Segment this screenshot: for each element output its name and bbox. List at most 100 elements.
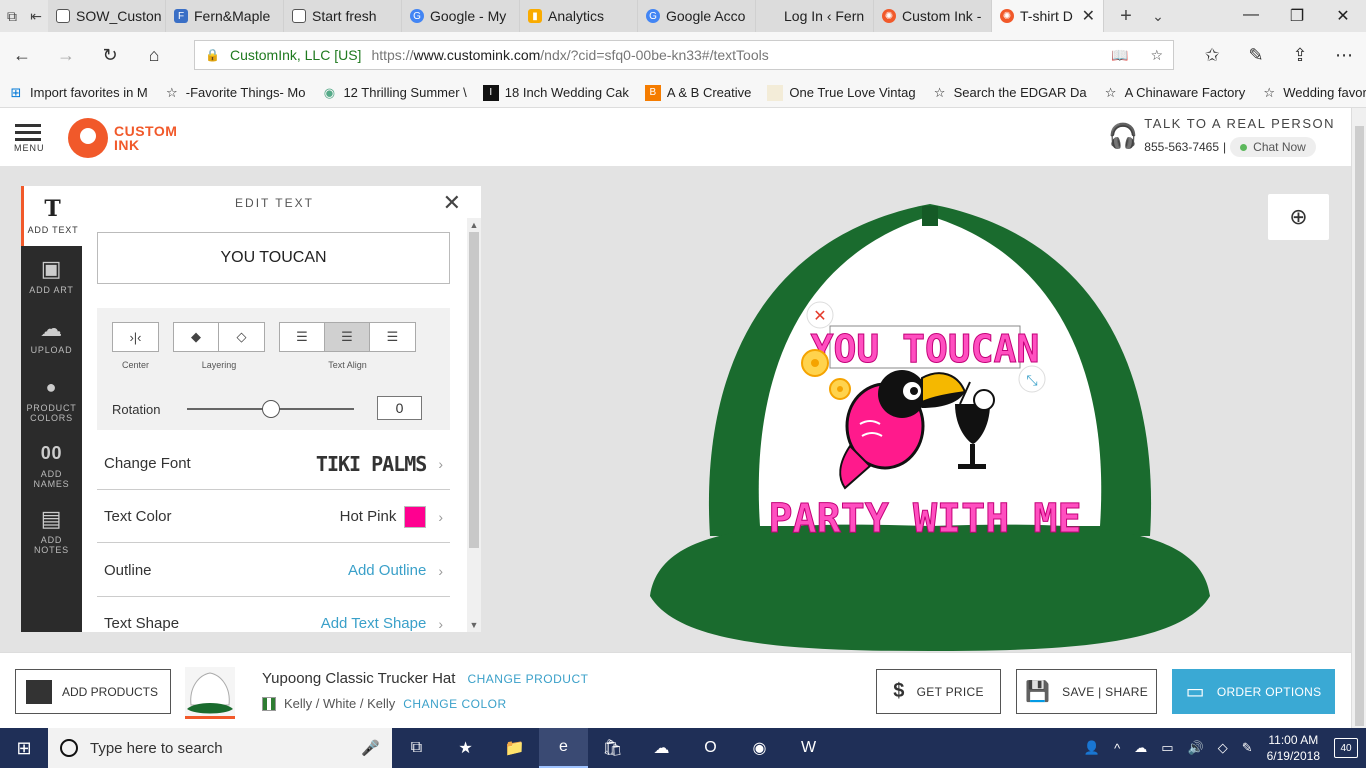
design-text-line-2[interactable]: PARTY WITH ME (768, 496, 1082, 543)
text-color-row[interactable]: Text Color Hot Pink › (97, 491, 450, 543)
outlook-icon[interactable]: O (686, 728, 735, 768)
favorite-item[interactable]: One True Love Vintag (759, 84, 923, 101)
custom-ink-logo[interactable]: CUSTOM INK (68, 118, 177, 158)
favorite-item[interactable]: ⊞ Import favorites in M (0, 85, 156, 101)
change-color-link[interactable]: CHANGE COLOR (403, 697, 506, 711)
web-note-icon[interactable]: ✎ (1234, 45, 1278, 66)
browser-tab[interactable]: G Google - My (402, 0, 520, 32)
tab-list-chevron-icon[interactable]: ⌄ (1148, 0, 1168, 32)
file-explorer-icon[interactable]: 📁 (490, 728, 539, 768)
design-text-line-1[interactable]: YOU TOUCAN (810, 327, 1040, 372)
add-products-button[interactable]: ADD PRODUCTS (15, 669, 171, 714)
phone-number[interactable]: 855-563-7465 (1144, 140, 1219, 154)
windows-start-icon[interactable]: ⊞ (0, 738, 48, 759)
favorite-item[interactable]: BA & B Creative (637, 84, 760, 101)
onedrive-icon[interactable]: ☁ (637, 728, 686, 768)
favorite-item[interactable]: ☆ -Favorite Things- Mo (156, 85, 314, 101)
hat-thumbnail-icon (187, 672, 233, 714)
close-panel-icon[interactable]: ✕ (443, 190, 461, 216)
menu-button[interactable]: MENU (14, 124, 45, 153)
task-view-icon[interactable]: ⧉ (392, 728, 441, 768)
pen-icon[interactable]: ✎ (1242, 740, 1253, 756)
zoom-in-button[interactable]: ⊕ (1268, 194, 1329, 240)
back-icon[interactable]: ← (0, 32, 44, 78)
home-icon[interactable]: ⌂ (132, 32, 176, 78)
rotation-input[interactable]: 0 (377, 396, 422, 420)
more-icon[interactable]: ⋯ (1322, 45, 1366, 66)
change-font-row[interactable]: Change Font TIKI PALMS › (97, 438, 450, 490)
reading-view-icon[interactable]: 📖 (1111, 47, 1128, 64)
edge-icon[interactable]: e (539, 728, 588, 768)
align-center-icon[interactable]: ☰ (325, 323, 370, 351)
rotation-label: Rotation (112, 402, 161, 417)
customink-icon: ✺ (1000, 9, 1014, 23)
browser-tab[interactable]: Start fresh (284, 0, 402, 32)
product-thumbnail[interactable] (185, 667, 235, 719)
text-shape-row[interactable]: Text Shape Add Text Shape › (97, 598, 450, 632)
store-icon[interactable]: 🛍 (588, 728, 637, 768)
text-input[interactable]: YOU TOUCAN (97, 232, 450, 284)
bring-forward-icon[interactable]: ◆ (174, 323, 219, 351)
browser-tab-active[interactable]: ✺ T-shirt D ✕ (992, 0, 1104, 32)
battery-icon[interactable]: ▭ (1161, 740, 1173, 756)
add-shirt-icon (26, 679, 52, 704)
onedrive-tray-icon[interactable]: ☁ (1134, 740, 1147, 756)
new-tab-icon[interactable]: + (1104, 0, 1148, 32)
browser-tab[interactable]: Log In ‹ Fern (756, 0, 874, 32)
upload-tool[interactable]: ☁ UPLOAD (21, 306, 82, 366)
send-backward-icon[interactable]: ◇ (219, 323, 264, 351)
chat-now-button[interactable]: Chat Now (1230, 137, 1316, 157)
browser-tab[interactable]: ▮ Analytics (520, 0, 638, 32)
browser-tab[interactable]: ✺ Custom Ink - (874, 0, 992, 32)
center-horizontally-icon[interactable]: ›|‹ (113, 323, 158, 351)
add-names-tool[interactable]: 00 ADD NAMES (21, 432, 82, 498)
dropbox-icon[interactable]: ◇ (1218, 740, 1228, 756)
align-left-icon[interactable]: ☰ (280, 323, 325, 351)
pinned-app-icon[interactable]: ★ (441, 728, 490, 768)
refresh-icon[interactable]: ↻ (88, 32, 132, 78)
volume-icon[interactable]: 🔊 (1188, 740, 1204, 756)
minimize-icon[interactable]: — (1228, 6, 1274, 26)
show-hidden-icons-chevron-icon[interactable]: ^ (1114, 741, 1120, 756)
clock[interactable]: 11:00 AM 6/19/2018 (1267, 732, 1320, 764)
menu-label: MENU (14, 143, 45, 153)
close-window-icon[interactable]: ✕ (1320, 6, 1366, 26)
favorite-item[interactable]: ☆Wedding favors, Wed (1253, 85, 1366, 101)
change-product-link[interactable]: CHANGE PRODUCT (467, 672, 588, 686)
favorite-item[interactable]: I 18 Inch Wedding Cak (475, 84, 637, 101)
add-notes-tool[interactable]: ▤ ADD NOTES (21, 498, 82, 564)
rotation-slider-handle[interactable] (261, 400, 280, 418)
microphone-icon[interactable]: 🎤 (361, 739, 380, 757)
people-icon[interactable]: 👤 (1084, 740, 1100, 756)
favorites-hub-icon[interactable]: ✩ (1190, 45, 1234, 66)
favorite-item[interactable]: ☆ Search the EDGAR Da (924, 85, 1095, 101)
align-right-icon[interactable]: ☰ (370, 323, 415, 351)
set-aside-tabs-icon[interactable]: ⇤ (24, 0, 48, 32)
page-scrollbar[interactable] (1351, 108, 1366, 728)
browser-tab[interactable]: SOW_Custon (48, 0, 166, 32)
tab-actions-icon[interactable]: ⧉ (0, 0, 24, 32)
tool-rail: T ADD TEXT ▣ ADD ART ☁ UPLOAD ● PRODUCT COLO… (21, 186, 82, 632)
outline-row[interactable]: Outline Add Outline › (97, 545, 450, 597)
browser-tab[interactable]: F Fern&Maple (166, 0, 284, 32)
panel-scrollbar[interactable]: ▲ ▼ (467, 218, 481, 632)
chrome-icon[interactable]: ◉ (735, 728, 784, 768)
word-icon[interactable]: W (784, 728, 833, 768)
notification-center-icon[interactable]: 40 (1334, 738, 1358, 758)
restore-icon[interactable]: ❐ (1274, 6, 1320, 26)
add-art-tool[interactable]: ▣ ADD ART (21, 246, 82, 306)
favorite-item[interactable]: ☆ A Chinaware Factory (1095, 85, 1254, 101)
address-bar[interactable]: 🔒 CustomInk, LLC [US] https://www.custom… (194, 40, 1174, 70)
favorite-item[interactable]: ◉ 12 Thrilling Summer \ (313, 85, 474, 101)
browser-tab[interactable]: G Google Acco (638, 0, 756, 32)
share-icon[interactable]: ⇪ (1278, 45, 1322, 66)
get-price-button[interactable]: $ GET PRICE (876, 669, 1001, 714)
taskbar-search[interactable]: Type here to search 🎤 (48, 728, 392, 768)
close-tab-icon[interactable]: ✕ (1082, 6, 1095, 26)
add-text-tool[interactable]: T ADD TEXT (21, 186, 82, 246)
favorite-star-icon[interactable]: ☆ (1150, 47, 1163, 64)
product-colors-tool[interactable]: ● PRODUCT COLORS (21, 366, 82, 432)
save-share-button[interactable]: 💾 SAVE | SHARE (1016, 669, 1157, 714)
order-options-button[interactable]: ▭ ORDER OPTIONS (1172, 669, 1335, 714)
forward-icon[interactable]: → (44, 32, 88, 78)
